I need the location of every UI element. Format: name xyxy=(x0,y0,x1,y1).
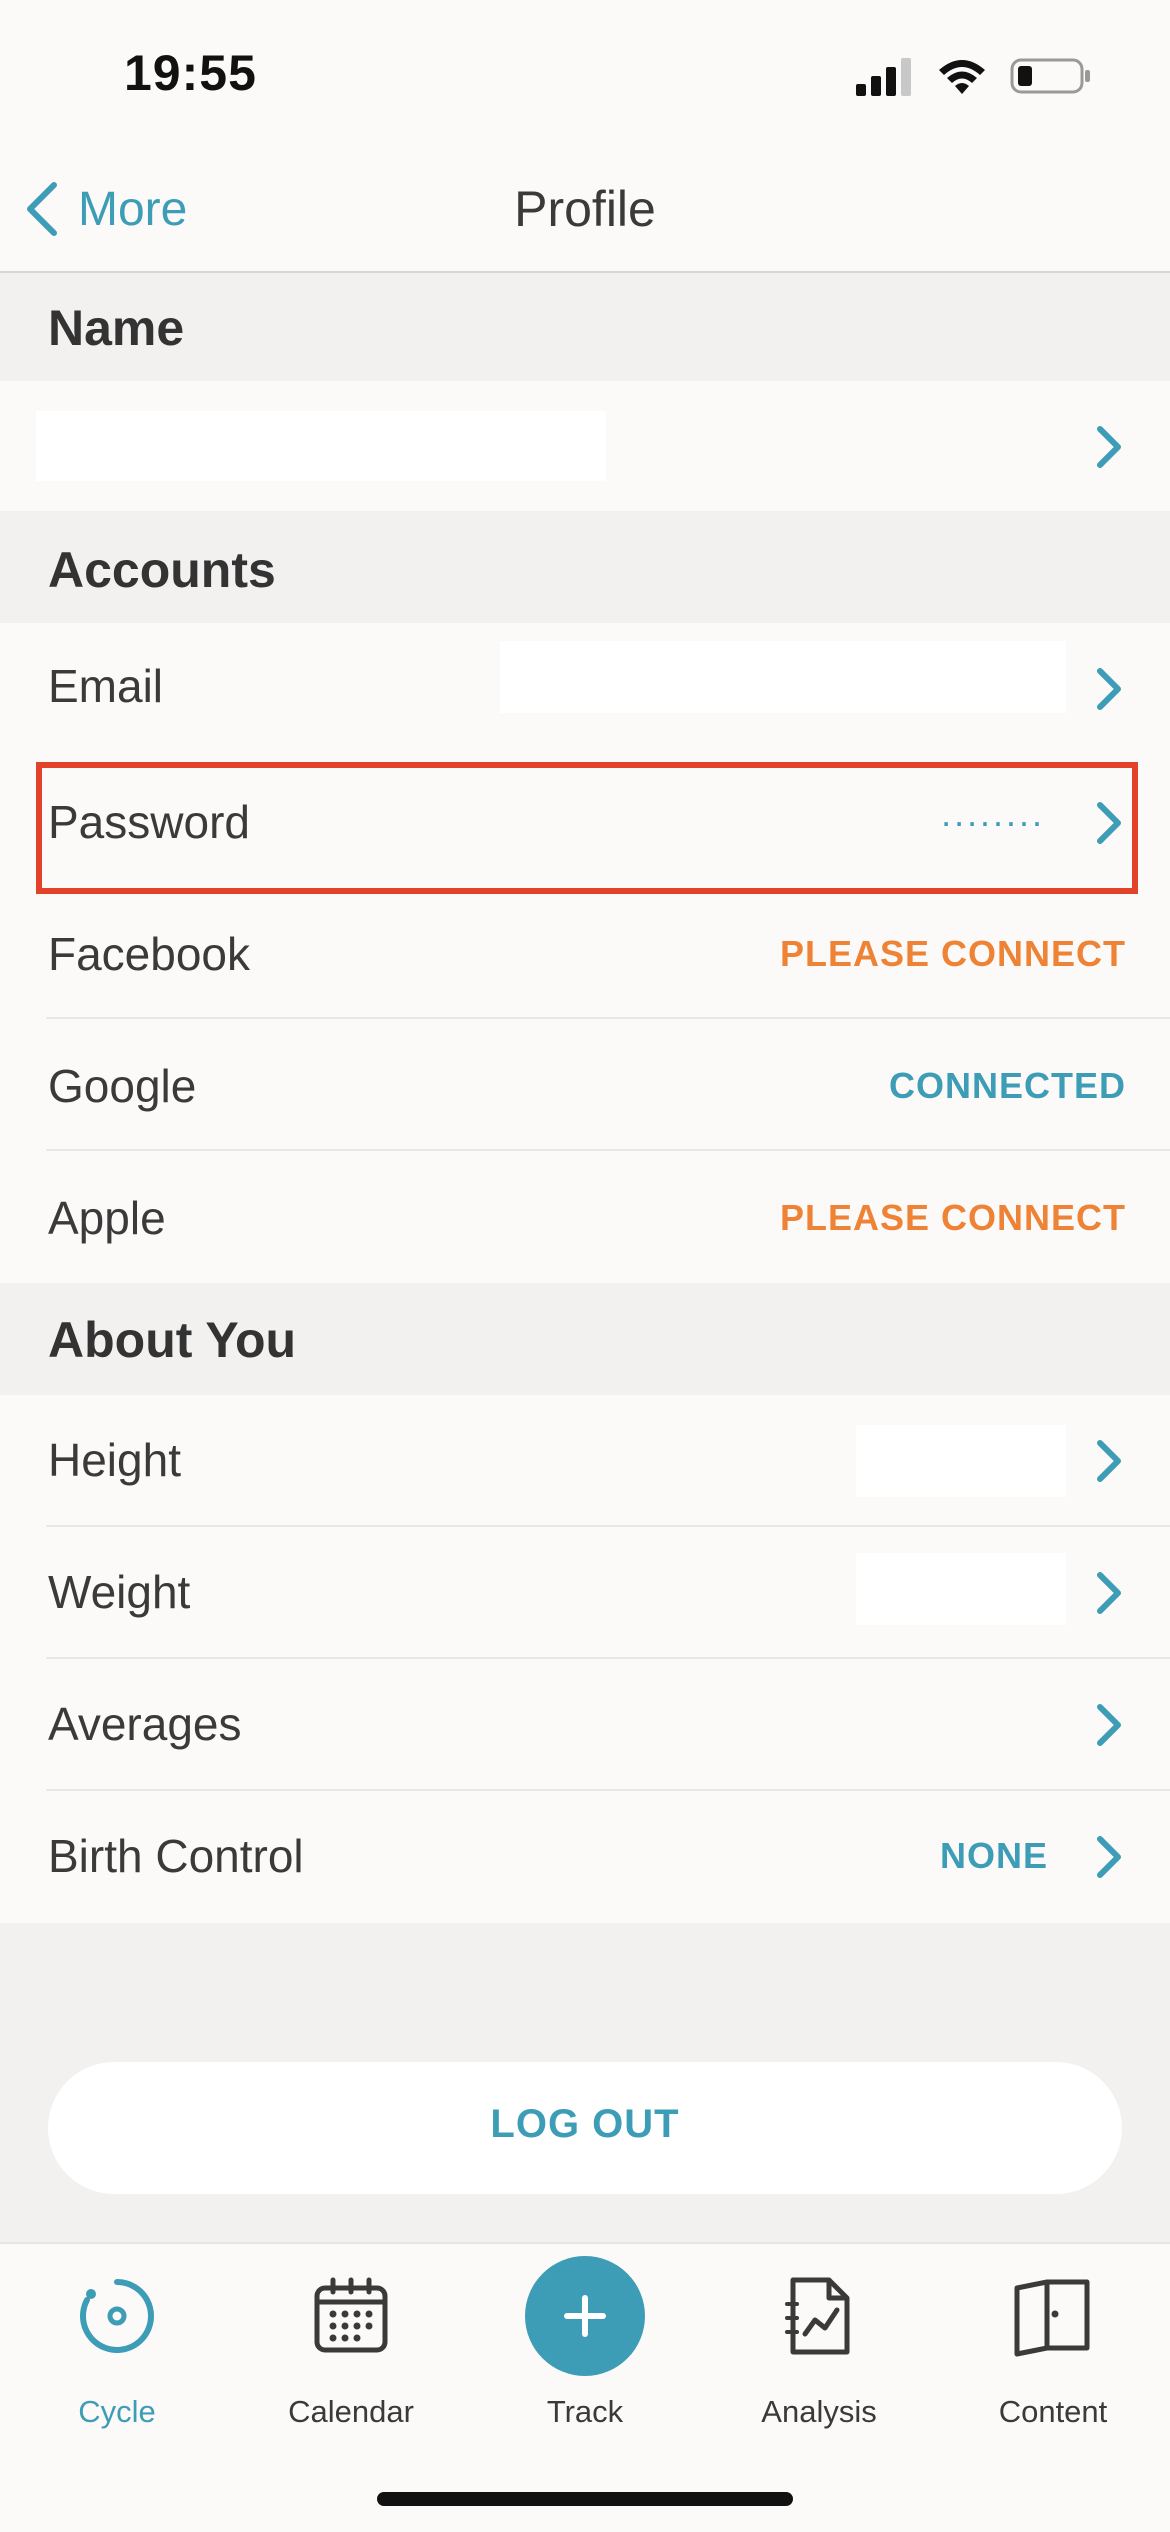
page-title: Profile xyxy=(514,181,656,237)
height-value-redacted xyxy=(856,1425,1066,1497)
email-row[interactable]: Email xyxy=(0,623,1170,755)
section-header-accounts: Accounts xyxy=(0,511,1170,623)
apple-status[interactable]: PLEASE CONNECT xyxy=(780,1197,1126,1239)
averages-label: Averages xyxy=(48,1698,242,1750)
track-button[interactable] xyxy=(525,2256,645,2376)
name-value-redacted xyxy=(36,411,606,481)
tab-label-track: Track xyxy=(546,2394,624,2429)
section-title-name: Name xyxy=(48,300,185,356)
facebook-label: Facebook xyxy=(48,928,251,980)
chevron-right-icon xyxy=(1097,1704,1121,1746)
chevron-right-icon xyxy=(1097,426,1121,468)
chevron-right-icon xyxy=(1097,1440,1121,1482)
book-icon xyxy=(1014,2279,1090,2357)
status-bar: 19:55 xyxy=(0,0,1170,150)
section-title-about: About You xyxy=(48,1312,297,1368)
calendar-icon xyxy=(314,2277,388,2353)
google-label: Google xyxy=(48,1060,197,1112)
chevron-right-icon xyxy=(1097,802,1121,844)
battery-icon xyxy=(1010,58,1090,94)
section-header-name: Name xyxy=(0,275,1170,381)
home-indicator xyxy=(377,2492,793,2506)
tab-bar: Cycle Calendar Track Analysis Content xyxy=(0,2242,1170,2532)
weight-value-redacted xyxy=(856,1553,1066,1625)
wifi-icon xyxy=(939,60,985,94)
status-time: 19:55 xyxy=(124,45,257,101)
section-title-accounts: Accounts xyxy=(48,542,276,598)
name-row[interactable] xyxy=(0,381,1170,511)
google-row[interactable]: Google CONNECTED xyxy=(0,1019,1170,1151)
tab-label-cycle: Cycle xyxy=(78,2394,156,2429)
tab-analysis[interactable]: Analysis xyxy=(702,2244,936,2464)
cycle-icon xyxy=(80,2279,154,2353)
apple-label: Apple xyxy=(48,1192,166,1244)
facebook-row[interactable]: Facebook PLEASE CONNECT xyxy=(0,887,1170,1019)
signal-icon xyxy=(856,58,911,96)
status-icons xyxy=(856,56,1092,96)
averages-row[interactable]: Averages xyxy=(0,1659,1170,1791)
tab-label-content: Content xyxy=(998,2394,1108,2429)
birth-control-label: Birth Control xyxy=(48,1830,304,1882)
weight-row[interactable]: Weight xyxy=(0,1527,1170,1659)
section-header-about: About You xyxy=(0,1283,1170,1395)
plus-icon xyxy=(564,2295,606,2337)
apple-row[interactable]: Apple PLEASE CONNECT xyxy=(0,1151,1170,1283)
height-row[interactable]: Height xyxy=(0,1395,1170,1527)
tab-calendar[interactable]: Calendar xyxy=(234,2244,468,2464)
google-status[interactable]: CONNECTED xyxy=(889,1065,1126,1107)
chevron-right-icon xyxy=(1097,668,1121,710)
tab-content[interactable]: Content xyxy=(936,2244,1170,2464)
birth-control-row[interactable]: Birth Control NONE xyxy=(0,1791,1170,1923)
tab-track[interactable]: Track xyxy=(468,2244,702,2464)
tab-cycle[interactable]: Cycle xyxy=(0,2244,234,2464)
chevron-right-icon xyxy=(1097,1836,1121,1878)
logout-button[interactable]: LOG OUT xyxy=(48,2062,1122,2194)
tab-label-analysis: Analysis xyxy=(761,2394,877,2429)
height-label: Height xyxy=(48,1434,181,1486)
birth-control-value: NONE xyxy=(939,1835,1048,1876)
chevron-right-icon xyxy=(1097,1572,1121,1614)
facebook-status[interactable]: PLEASE CONNECT xyxy=(780,933,1126,975)
password-row[interactable]: Password ········ xyxy=(0,755,1170,887)
nav-bar: More Profile xyxy=(0,150,1170,273)
email-value-redacted xyxy=(500,641,1066,713)
weight-label: Weight xyxy=(48,1566,191,1618)
password-value: ········ xyxy=(940,801,1044,842)
logout-label: LOG OUT xyxy=(490,2102,680,2146)
tab-label-calendar: Calendar xyxy=(288,2394,414,2429)
email-label: Email xyxy=(48,660,164,712)
analysis-icon xyxy=(785,2277,850,2355)
password-label: Password xyxy=(48,796,250,848)
